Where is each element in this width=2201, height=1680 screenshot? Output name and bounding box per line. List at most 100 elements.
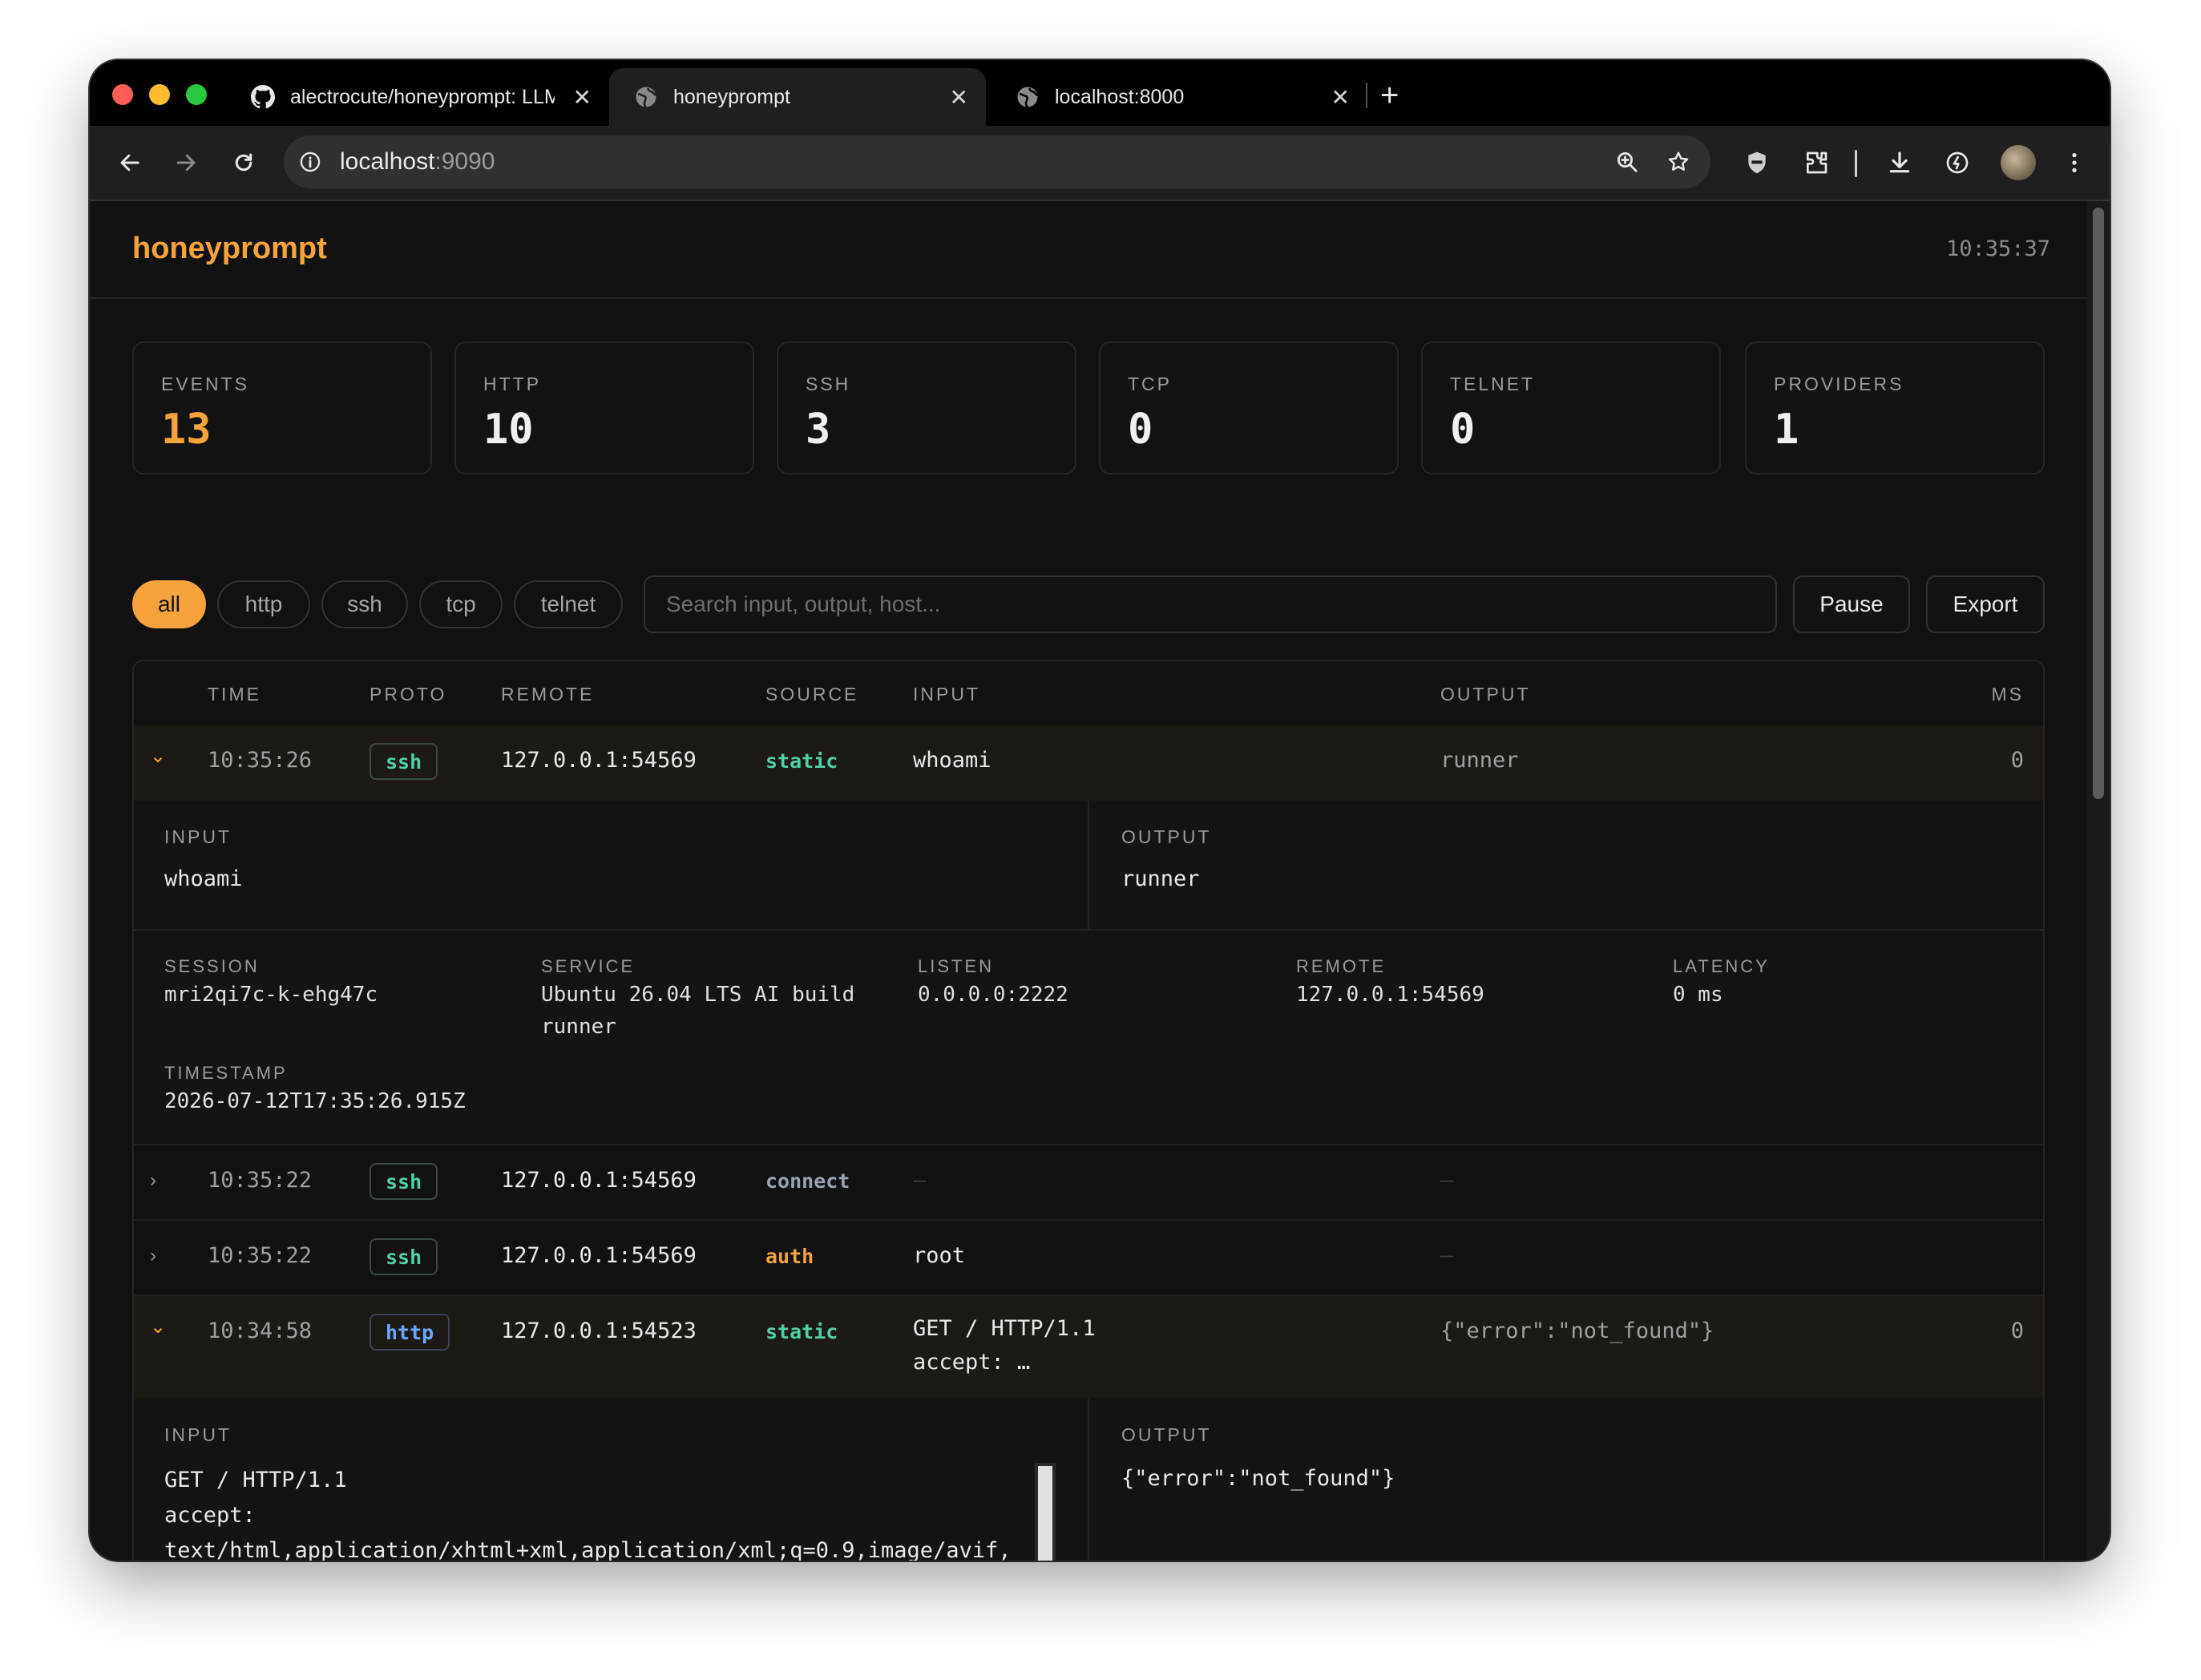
row-remote: 127.0.0.1:54569	[501, 1168, 697, 1193]
app-brand[interactable]: honeyprompt	[132, 232, 327, 266]
stat-label: HTTP	[483, 374, 542, 394]
stat-card-tcp: TCP 0	[1099, 341, 1399, 475]
tab-strip: alectrocute/honeyprompt: LLM ✕ honeyprom…	[90, 60, 2110, 126]
detail-input-pane: INPUT whoami	[134, 801, 1089, 931]
stat-value: 13	[161, 406, 212, 454]
tab-separator	[1366, 83, 1367, 108]
profile-avatar[interactable]	[2001, 145, 2036, 180]
chevron-down-icon[interactable]: ⌄	[150, 1315, 166, 1339]
url-text: localhost:9090	[340, 148, 495, 176]
meta-timestamp-label: TIMESTAMP	[164, 1063, 288, 1083]
chevron-right-icon[interactable]: ›	[150, 1169, 156, 1192]
chevron-right-icon[interactable]: ›	[150, 1245, 156, 1267]
row-remote: 127.0.0.1:54569	[501, 1243, 697, 1268]
proto-badge: ssh	[370, 743, 438, 780]
close-tab-icon[interactable]: ✕	[1331, 84, 1350, 111]
meta-session-value: mri2qi7c-k-ehg47c	[164, 983, 378, 1007]
filter-pill-ssh[interactable]: ssh	[321, 580, 408, 628]
export-button[interactable]: Export	[1926, 575, 2045, 633]
stat-card-http: HTTP 10	[454, 341, 754, 475]
pause-button[interactable]: Pause	[1793, 575, 1910, 633]
meta-latency-label: LATENCY	[1673, 956, 1770, 976]
address-bar[interactable]: localhost:9090	[284, 135, 1710, 188]
row-input: whoami	[913, 748, 991, 773]
meta-service-label: SERVICE	[541, 956, 636, 976]
meta-remote-value: 127.0.0.1:54569	[1296, 983, 1484, 1007]
filter-pill-tcp[interactable]: tcp	[419, 580, 503, 628]
stats-row: EVENTS 13 HTTP 10 SSH 3 TCP 0 TELNET 0 P…	[132, 341, 2045, 475]
stat-value: 3	[806, 406, 831, 454]
reload-icon[interactable]	[226, 145, 261, 180]
close-tab-icon[interactable]: ✕	[950, 84, 968, 111]
stat-label: TELNET	[1450, 374, 1536, 394]
shield-icon[interactable]	[1741, 147, 1773, 179]
stat-value: 0	[1450, 406, 1476, 454]
tab-github[interactable]: alectrocute/honeyprompt: LLM ✕	[226, 68, 609, 126]
filter-pill-telnet[interactable]: telnet	[514, 580, 623, 628]
filter-pill-http[interactable]: http	[217, 580, 310, 628]
filter-pill-all[interactable]: all	[132, 580, 206, 628]
stat-card-events: EVENTS 13	[132, 341, 432, 475]
bookmark-star-icon[interactable]	[1666, 149, 1691, 175]
row-ms: 0	[2010, 1319, 2024, 1343]
back-arrow-icon[interactable]	[112, 145, 147, 180]
browser-window: alectrocute/honeyprompt: LLM ✕ honeyprom…	[90, 60, 2110, 1561]
stat-label: SSH	[806, 374, 851, 394]
row-output: runner	[1440, 748, 1519, 773]
forward-arrow-icon[interactable]	[168, 145, 204, 180]
detail-input-label: INPUT	[164, 826, 232, 847]
events-table: TIME PROTO REMOTE SOURCE INPUT OUTPUT MS…	[132, 660, 2045, 1561]
page-content: honeyprompt 10:35:37 EVENTS 13 HTTP 10 S…	[90, 201, 2087, 1561]
row-time: 10:35:22	[208, 1168, 313, 1193]
tab-localhost-8000[interactable]: localhost:8000 ✕	[991, 68, 1367, 126]
table-header: TIME PROTO REMOTE SOURCE INPUT OUTPUT MS	[134, 661, 2043, 727]
detail-output-pane: OUTPUT {"error":"not_found"}	[1089, 1399, 2043, 1561]
app-header: honeyprompt 10:35:37	[90, 201, 2087, 299]
github-icon	[250, 84, 276, 110]
row-time: 10:35:26	[208, 748, 313, 773]
download-icon[interactable]	[1884, 147, 1916, 179]
proto-badge: ssh	[370, 1238, 438, 1275]
tab-label: honeyprompt	[673, 85, 790, 108]
performance-icon[interactable]	[1941, 147, 1973, 179]
column-header-ms[interactable]: MS	[1992, 684, 2025, 705]
stat-value: 1	[1774, 406, 1799, 454]
column-header-input[interactable]: INPUT	[913, 684, 980, 705]
table-row[interactable]: › 10:35:22 ssh 127.0.0.1:54569 connect —…	[134, 1145, 2043, 1221]
page-scrollbar-thumb[interactable]	[2093, 208, 2104, 799]
column-header-remote[interactable]: REMOTE	[501, 684, 594, 705]
minimize-window-button[interactable]	[149, 84, 170, 105]
meta-service-value: Ubuntu 26.04 LTS AI build runner	[541, 983, 855, 1039]
globe-icon	[633, 84, 659, 110]
detail-input-value: GET / HTTP/1.1 accept: text/html,applica…	[164, 1468, 1012, 1561]
input-scrollbar[interactable]	[1035, 1463, 1056, 1561]
zoom-icon[interactable]	[1614, 149, 1640, 175]
table-row[interactable]: ⌄ 10:34:58 http 127.0.0.1:54523 static G…	[134, 1296, 2043, 1399]
column-header-time[interactable]: TIME	[208, 684, 261, 705]
column-header-source[interactable]: SOURCE	[765, 684, 858, 705]
close-tab-icon[interactable]: ✕	[573, 84, 592, 111]
close-window-button[interactable]	[112, 84, 133, 105]
site-info-icon[interactable]	[298, 150, 322, 174]
tab-honeyprompt[interactable]: honeyprompt ✕	[609, 68, 986, 126]
stat-card-providers: PROVIDERS 1	[1745, 341, 2045, 475]
row-time: 10:35:22	[208, 1243, 313, 1268]
column-header-output[interactable]: OUTPUT	[1440, 684, 1531, 705]
chevron-down-icon[interactable]: ⌄	[150, 745, 166, 768]
tab-label: alectrocute/honeyprompt: LLM	[290, 85, 555, 108]
menu-kebab-icon[interactable]	[2058, 147, 2090, 179]
detail-output-label: OUTPUT	[1121, 826, 1212, 847]
extensions-icon[interactable]	[1800, 147, 1832, 179]
row-output: —	[1440, 1168, 1454, 1193]
table-row[interactable]: ⌄ 10:35:26 ssh 127.0.0.1:54569 static wh…	[134, 725, 2043, 801]
row-input: —	[913, 1168, 927, 1193]
stat-label: PROVIDERS	[1774, 374, 1904, 394]
table-row[interactable]: › 10:35:22 ssh 127.0.0.1:54569 auth root…	[134, 1221, 2043, 1296]
maximize-window-button[interactable]	[186, 84, 207, 105]
search-input[interactable]	[644, 575, 1777, 633]
row-detail-panel: INPUT GET / HTTP/1.1 accept: text/html,a…	[134, 1399, 2043, 1561]
column-header-proto[interactable]: PROTO	[370, 684, 446, 705]
row-ms: 0	[2010, 748, 2024, 773]
new-tab-button[interactable]: +	[1380, 76, 1399, 115]
meta-listen-label: LISTEN	[918, 956, 995, 976]
